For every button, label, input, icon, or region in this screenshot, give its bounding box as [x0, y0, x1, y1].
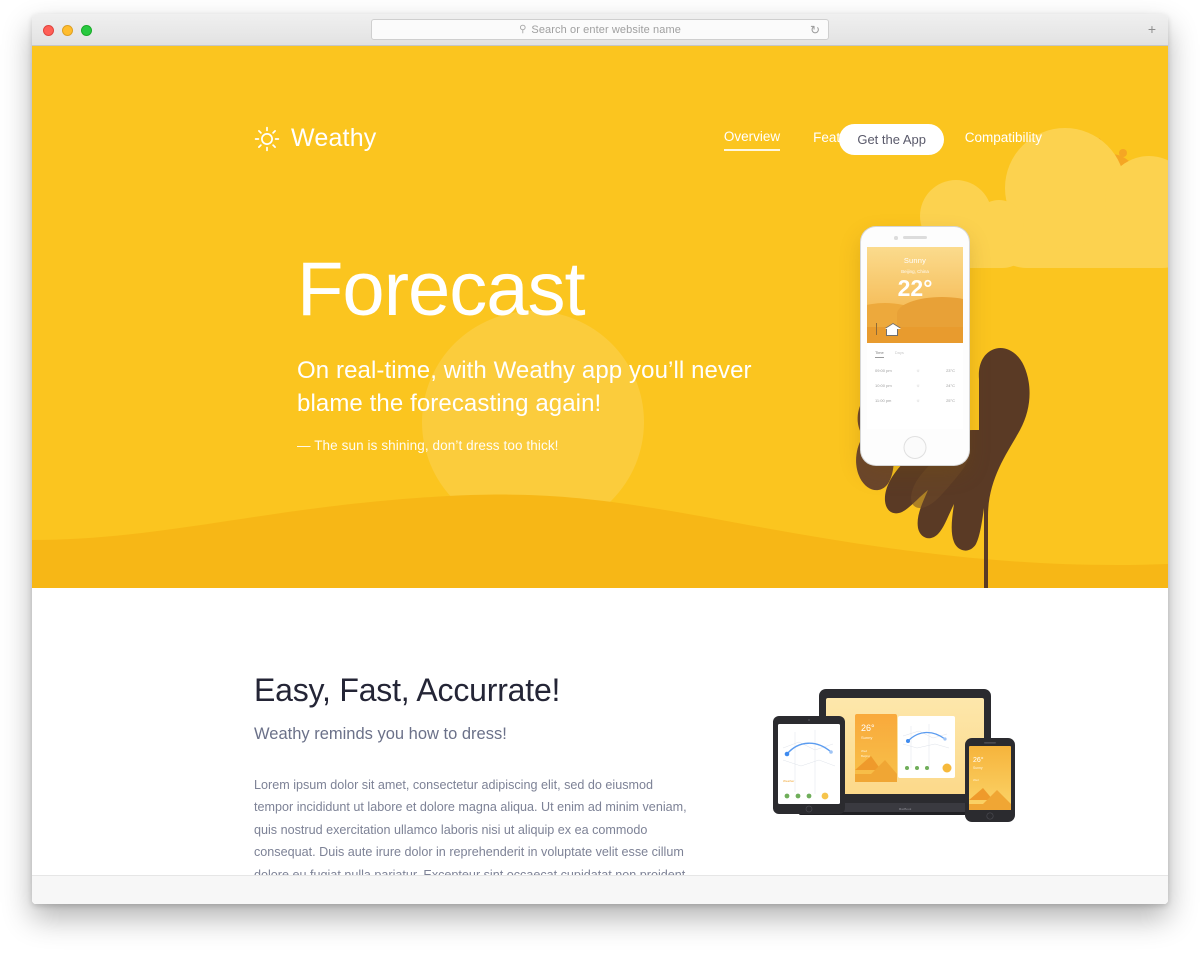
forecast-time: 11:00 pm [875, 398, 892, 403]
forecast-temp: 24°C [946, 383, 955, 388]
phone-forecast-tabs: Time Days [875, 350, 955, 358]
decorative-sun-icon [1083, 154, 1138, 209]
device-group-illustration: 26° Sunny Wed Beijing MacBook Weather 26… [773, 689, 1015, 822]
new-tab-button[interactable]: + [1144, 22, 1160, 38]
forecast-time: 09:00 pm [875, 368, 892, 373]
phone-location-label: Beijing, China [901, 269, 929, 274]
hero-copy: Forecast On real-time, with Weathy app y… [297, 247, 817, 454]
browser-window: ⚲ Search or enter website name ↻ + Weath… [32, 14, 1168, 904]
forecast-temp: 23°C [946, 368, 955, 373]
hero-subtitle: On real-time, with Weathy app you’ll nev… [297, 357, 752, 418]
close-window-button[interactable] [43, 25, 54, 36]
minimize-window-button[interactable] [62, 25, 73, 36]
feature-copy: Easy, Fast, Accurrate! Weathy reminds yo… [254, 672, 690, 904]
phone-forecast-list: Time Days 09:00 pm ☼ 23°C 10:00 pm ☼ 24°… [867, 343, 963, 408]
feature-subtitle: Weathy reminds you how to dress! [254, 725, 507, 743]
svg-text:Weather: Weather [783, 779, 794, 783]
sun-ray-dot-icon [1095, 138, 1101, 144]
phone-temperature-value: 22° [897, 275, 933, 301]
hero-tagline: — The sun is shining, don’t dress too th… [297, 438, 559, 454]
phone-camera-icon [894, 236, 898, 240]
get-the-app-button[interactable]: Get the App [839, 124, 944, 155]
svg-text:Sunny: Sunny [861, 735, 872, 740]
reload-icon[interactable]: ↻ [810, 23, 820, 37]
svg-text:Wed: Wed [973, 778, 979, 782]
address-bar-placeholder: Search or enter website name [531, 23, 681, 36]
phone-forecast-row: 11:00 pm ☼ 25°C [875, 393, 955, 408]
brand-name: Weathy [291, 124, 377, 152]
site-header: Weathy Overview Features Icons Compatibi… [32, 46, 1168, 155]
sun-icon [254, 126, 280, 151]
phone-forecast-row: 10:00 pm ☼ 24°C [875, 378, 955, 393]
browser-footer-strip [32, 875, 1168, 904]
search-icon: ⚲ [519, 23, 527, 35]
forecast-temp: 25°C [946, 398, 955, 403]
hero-title: Forecast [297, 247, 586, 332]
phone-tree-icon [876, 323, 878, 335]
window-controls [43, 25, 92, 36]
maximize-window-button[interactable] [81, 25, 92, 36]
phone-tab-time[interactable]: Time [875, 350, 884, 358]
phone-house-icon [886, 328, 898, 336]
phone-speaker-icon [903, 236, 927, 239]
smartphone-device: 26° Sunny Wed [965, 738, 1015, 822]
sun-ray-dot-icon [1119, 149, 1127, 157]
forecast-time: 10:00 pm [875, 383, 892, 388]
phone-forecast-row: 09:00 pm ☼ 23°C [875, 363, 955, 378]
svg-text:Wed: Wed [861, 749, 867, 753]
nav-item-compatibility[interactable]: Compatibility [965, 130, 1042, 150]
phone-home-button[interactable] [903, 436, 927, 459]
phone-weather-header: Sunny Beijing, China 22° [867, 247, 963, 343]
hero-section: Weathy Overview Features Icons Compatibi… [32, 46, 1168, 588]
sun-icon: ☼ [915, 367, 921, 374]
phone-tab-days[interactable]: Days [895, 350, 904, 358]
nav-item-overview[interactable]: Overview [723, 129, 781, 151]
phone-screen: Sunny Beijing, China 22° Time Days 09:00… [867, 247, 963, 429]
sun-ray-dot-icon [1130, 175, 1139, 184]
sun-icon: ☼ [915, 382, 921, 389]
sun-ray-dot-icon [1122, 198, 1129, 205]
phone-condition-label: Sunny [903, 256, 927, 265]
iphone-mockup: Sunny Beijing, China 22° Time Days 09:00… [861, 227, 969, 465]
address-bar[interactable]: ⚲ Search or enter website name ↻ [371, 19, 829, 40]
device-mockups: 26° Sunny Wed Beijing MacBook Weather 26… [767, 686, 1022, 826]
sun-icon: ☼ [915, 397, 921, 404]
svg-text:26°: 26° [973, 756, 984, 764]
svg-text:26°: 26° [861, 723, 875, 733]
svg-text:Beijing: Beijing [861, 754, 870, 758]
brand-logo[interactable]: Weathy [254, 124, 377, 153]
page-viewport: Weathy Overview Features Icons Compatibi… [32, 46, 1168, 904]
browser-titlebar: ⚲ Search or enter website name ↻ + [32, 14, 1168, 46]
hand-holding-phone: Sunny Beijing, China 22° Time Days 09:00… [792, 216, 1092, 588]
svg-text:Sunny: Sunny [973, 766, 983, 770]
tablet-device: Weather [773, 716, 845, 814]
svg-text:MacBook: MacBook [899, 807, 912, 811]
feature-title: Easy, Fast, Accurrate! [254, 672, 561, 708]
